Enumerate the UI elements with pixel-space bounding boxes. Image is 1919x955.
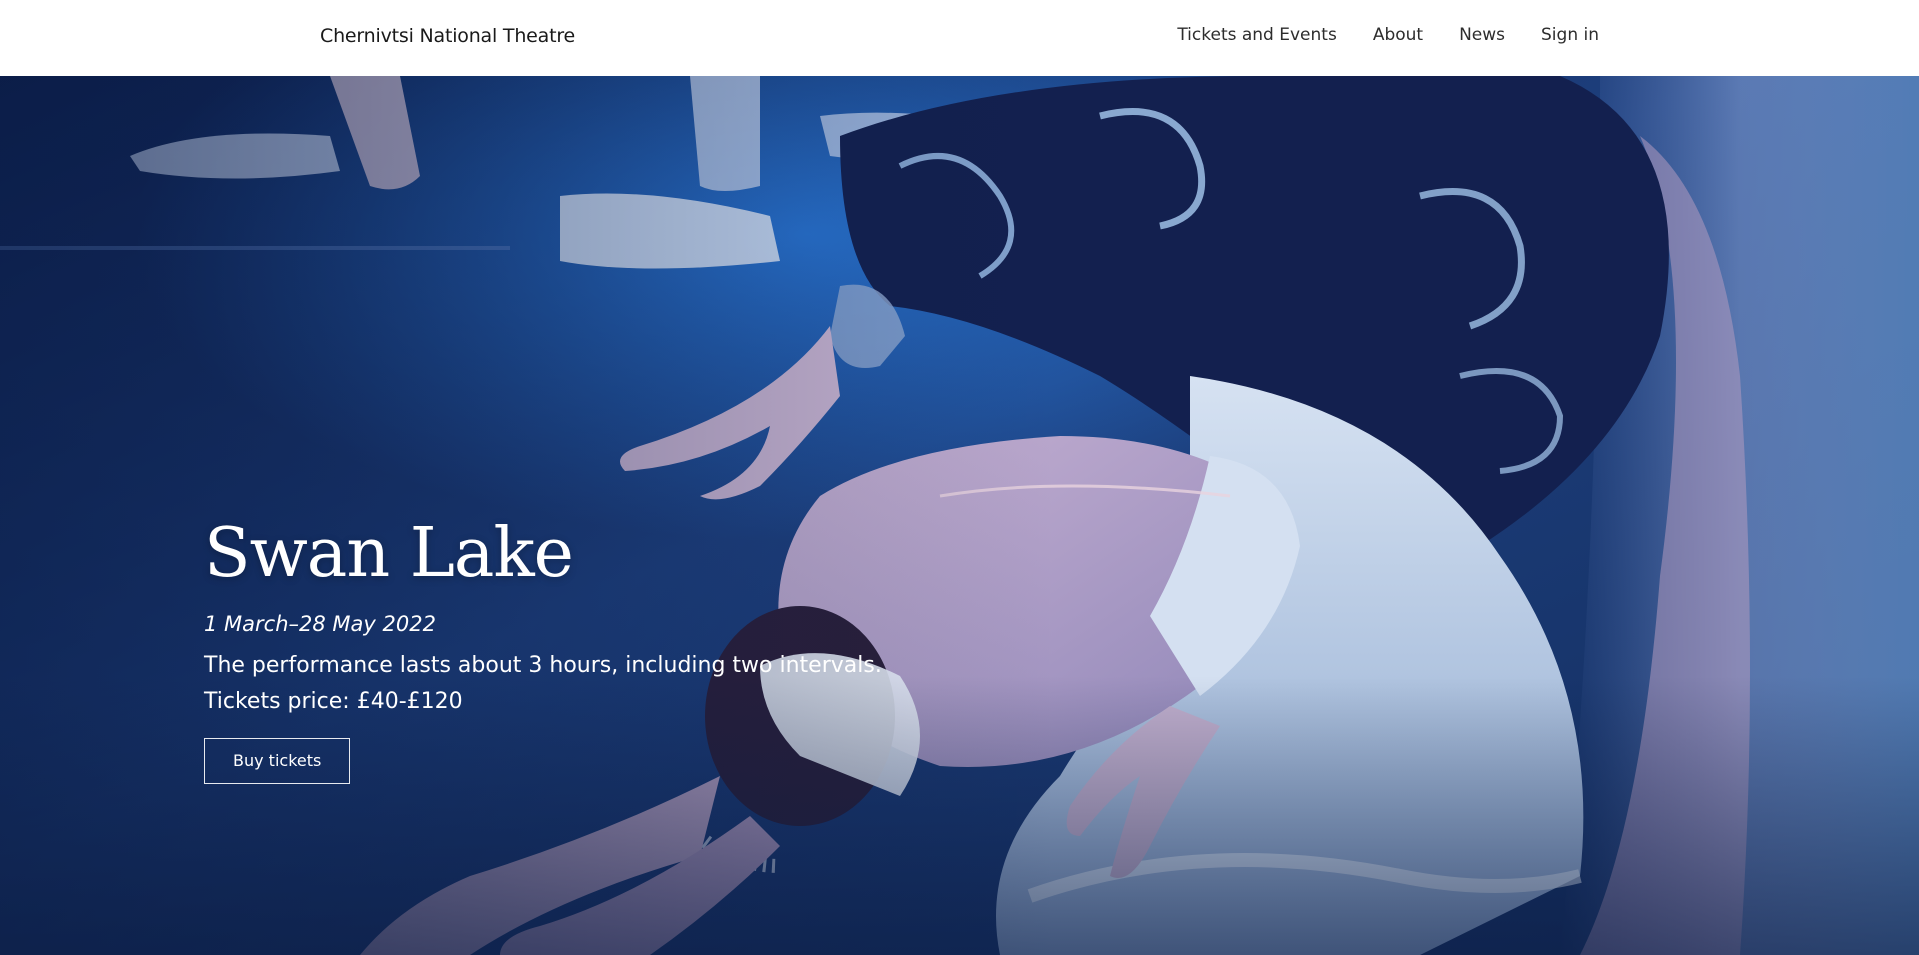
hero-content: Swan Lake 1 March–28 May 2022 The perfor… [204, 514, 882, 784]
nav-tickets-and-events[interactable]: Tickets and Events [1177, 22, 1337, 48]
nav-news[interactable]: News [1459, 22, 1505, 48]
buy-tickets-button[interactable]: Buy tickets [204, 738, 351, 784]
event-dates: 1 March–28 May 2022 [204, 612, 436, 636]
event-duration: The performance lasts about 3 hours, inc… [204, 653, 882, 678]
nav-sign-in[interactable]: Sign in [1541, 22, 1599, 48]
event-ticket-price: Tickets price: £40-£120 [204, 689, 463, 714]
site-brand[interactable]: Chernivtsi National Theatre [320, 22, 575, 50]
main-nav: Tickets and Events About News Sign in [1177, 22, 1599, 48]
nav-about[interactable]: About [1373, 22, 1423, 48]
site-header: Chernivtsi National Theatre Tickets and … [0, 0, 1919, 76]
event-title: Swan Lake [204, 514, 574, 593]
page: Chernivtsi National Theatre Tickets and … [0, 0, 1919, 955]
hero-banner: Swan Lake 1 March–28 May 2022 The perfor… [0, 76, 1919, 955]
event-description: The performance lasts about 3 hours, inc… [204, 648, 882, 720]
